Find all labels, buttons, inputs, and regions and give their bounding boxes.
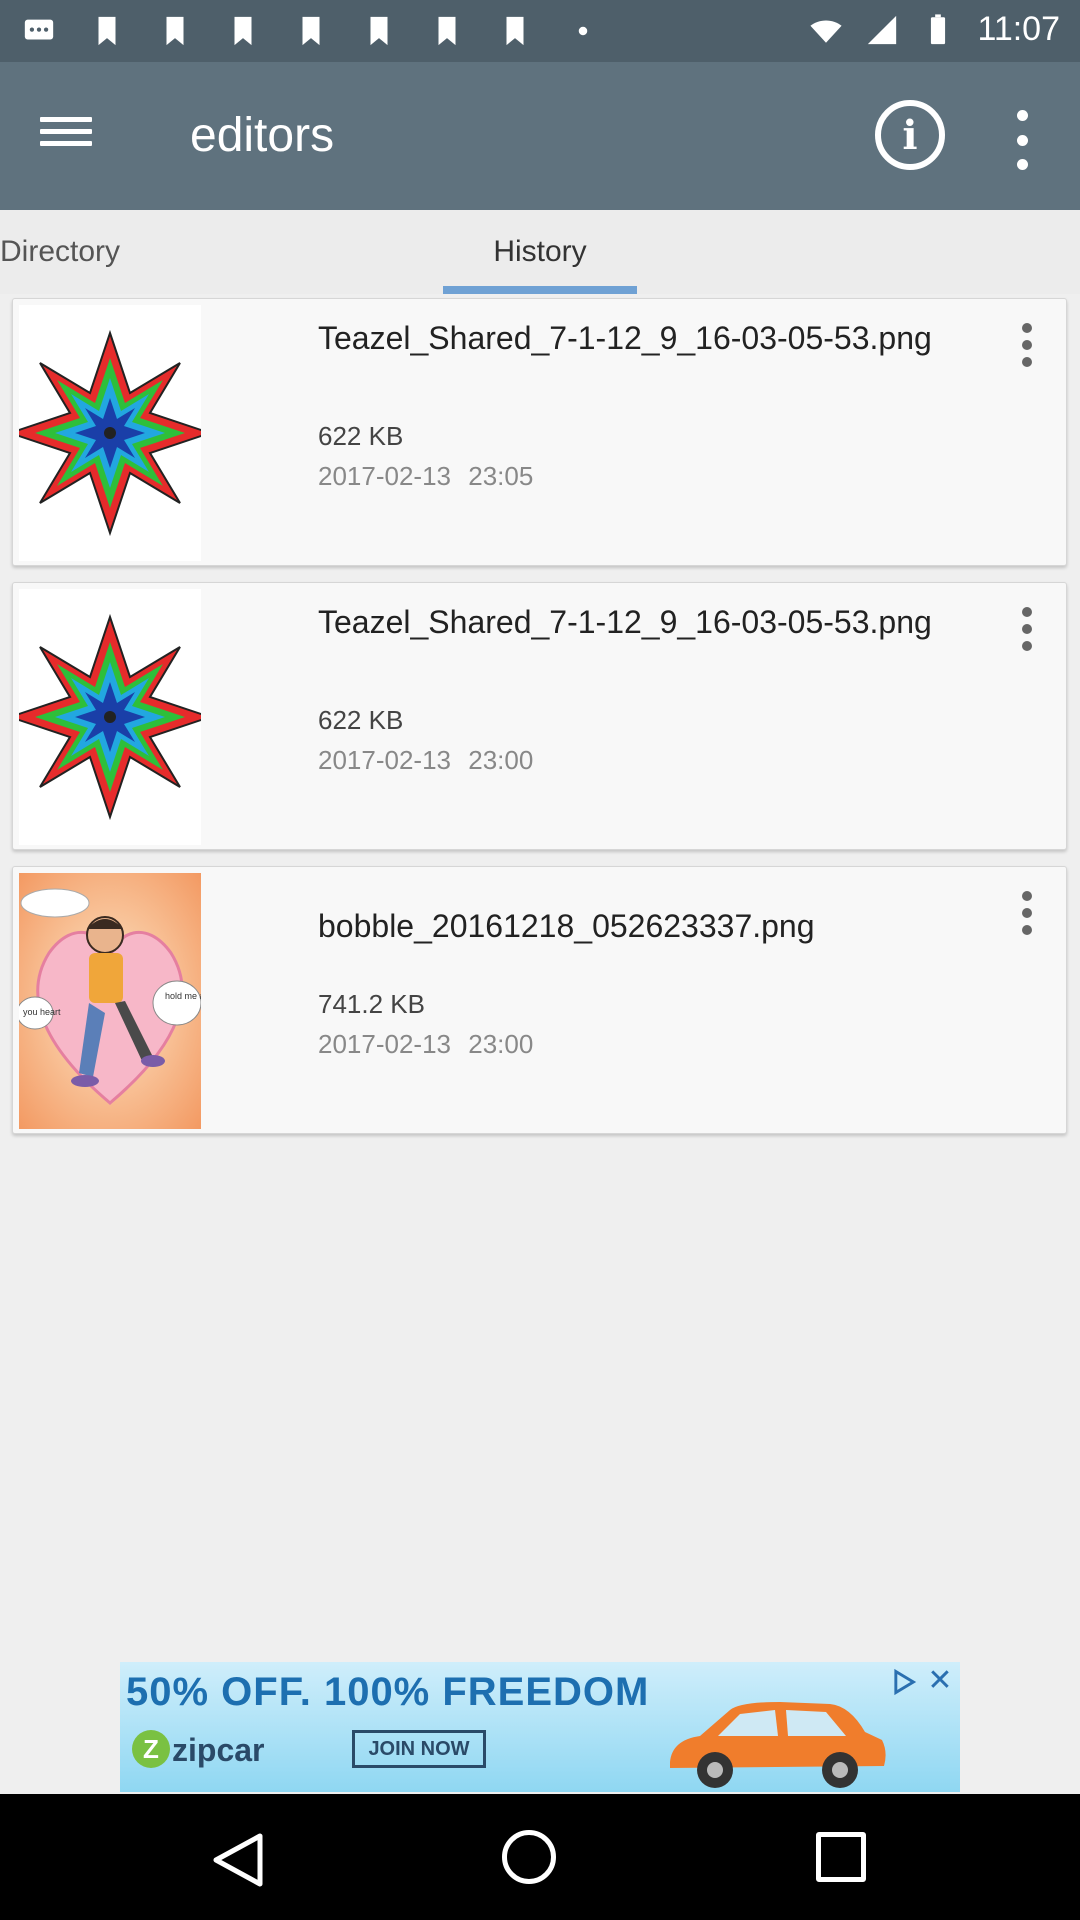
hamburger-menu-icon[interactable] — [40, 110, 92, 162]
recent-apps-icon[interactable] — [816, 1832, 866, 1882]
file-time: 23:00 — [468, 745, 534, 775]
cartoon-heart-image: hold me and neve you heart — [19, 873, 201, 1129]
bookmark-icon — [438, 16, 456, 46]
speech-bubble-text: you heart — [23, 1007, 61, 1017]
bookmark-icon — [98, 16, 116, 46]
file-timestamp: 2017-02-13 23:00 — [318, 1029, 533, 1060]
wifi-icon — [810, 19, 843, 43]
star-mandala-image — [19, 589, 201, 845]
message-icon — [24, 19, 54, 40]
bookmark-icon — [234, 16, 252, 46]
ad-choices-icon[interactable] — [890, 1668, 918, 1696]
back-icon[interactable] — [208, 1830, 268, 1890]
overflow-menu-icon[interactable] — [1010, 110, 1034, 170]
battery-icon — [931, 13, 946, 44]
system-nav-bar — [0, 1794, 1080, 1920]
file-name: Teazel_Shared_7-1-12_9_16-03-05-53.png — [318, 320, 932, 356]
ad-join-now-button[interactable]: JOIN NOW — [352, 1730, 486, 1768]
history-item[interactable]: hold me and neve you heart bobble_201612… — [12, 866, 1067, 1134]
tab-directory[interactable]: Directory — [0, 210, 120, 294]
ad-brand: zipcar — [172, 1732, 265, 1768]
home-icon[interactable] — [502, 1830, 556, 1884]
file-size: 622 KB — [318, 705, 404, 735]
file-time: 23:00 — [468, 1029, 534, 1059]
file-size: 622 KB — [318, 421, 404, 451]
tab-history[interactable]: History — [443, 210, 637, 294]
bookmark-icon — [506, 16, 524, 46]
notification-icons — [22, 14, 600, 48]
bookmark-icon — [302, 16, 320, 46]
file-thumbnail — [19, 589, 201, 845]
file-thumbnail — [19, 305, 201, 561]
status-bar: 11:07 — [0, 0, 1080, 62]
tab-indicator — [443, 286, 637, 294]
car-icon — [670, 1702, 886, 1788]
file-date: 2017-02-13 — [318, 461, 451, 491]
file-name: bobble_20161218_052623337.png — [318, 908, 815, 944]
speech-bubble-text: hold me and neve — [165, 991, 201, 1001]
file-timestamp: 2017-02-13 23:05 — [318, 461, 533, 492]
item-overflow-menu-icon[interactable] — [1017, 891, 1037, 935]
bookmark-icon — [166, 16, 184, 46]
history-item[interactable]: Teazel_Shared_7-1-12_9_16-03-05-53.png 6… — [12, 582, 1067, 850]
file-date: 2017-02-13 — [318, 1029, 451, 1059]
file-timestamp: 2017-02-13 23:00 — [318, 745, 533, 776]
ad-banner[interactable]: 50% OFF. 100% FREEDOM Z zipcar JOIN NOW … — [120, 1662, 960, 1792]
star-mandala-image — [19, 305, 201, 561]
file-time: 23:05 — [468, 461, 534, 491]
ad-close-icon[interactable]: ✕ — [925, 1666, 955, 1696]
ad-headline: 50% OFF. 100% FREEDOM — [126, 1670, 650, 1714]
history-item[interactable]: Teazel_Shared_7-1-12_9_16-03-05-53.png 6… — [12, 298, 1067, 566]
bookmark-icon — [370, 16, 388, 46]
item-overflow-menu-icon[interactable] — [1017, 323, 1037, 367]
tab-bar: Directory History — [0, 210, 1080, 294]
item-overflow-menu-icon[interactable] — [1017, 607, 1037, 651]
info-icon[interactable]: i — [875, 100, 945, 170]
file-thumbnail: hold me and neve you heart — [19, 873, 201, 1129]
page-title: editors — [190, 109, 335, 162]
app-bar: editors i — [0, 62, 1080, 210]
status-time: 11:07 — [977, 10, 1060, 48]
signal-icon — [868, 15, 897, 44]
file-name: Teazel_Shared_7-1-12_9_16-03-05-53.png — [318, 604, 932, 640]
file-size: 741.2 KB — [318, 989, 425, 1019]
file-date: 2017-02-13 — [318, 745, 451, 775]
zipcar-logo-icon: Z — [132, 1730, 170, 1768]
more-notifications-icon — [578, 26, 588, 36]
